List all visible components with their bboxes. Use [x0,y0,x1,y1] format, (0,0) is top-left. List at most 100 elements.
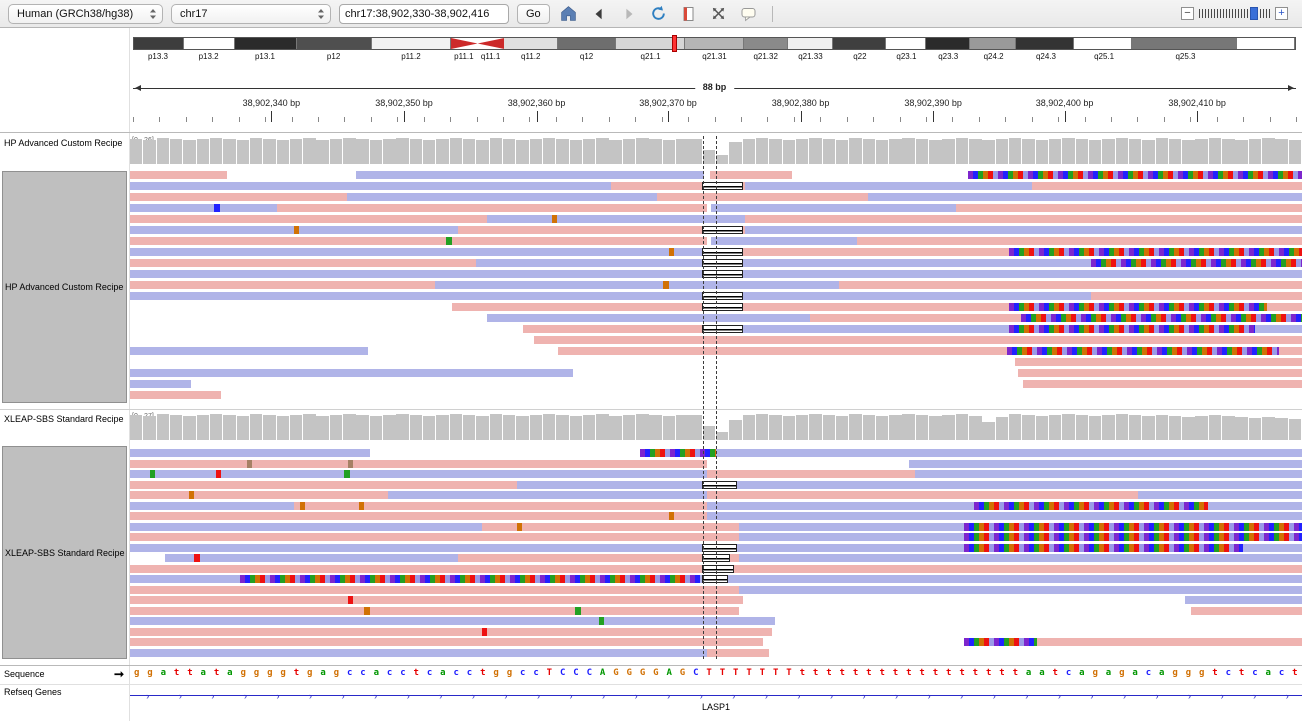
read-segment[interactable] [130,215,487,223]
read-segment[interactable] [130,193,347,201]
ideogram-band[interactable] [504,38,557,49]
read-segment[interactable] [130,281,435,289]
read-segment[interactable] [130,512,707,520]
read-segment[interactable] [130,347,368,355]
track-coverage-label[interactable]: HP Advanced Custom Recipe [4,138,122,148]
read-segment[interactable] [1185,596,1302,604]
ideogram-band[interactable] [1132,38,1236,49]
read-segment[interactable] [487,314,809,322]
read-segment[interactable] [739,554,1302,562]
genome-select[interactable]: Human (GRCh38/hg38) [8,4,163,24]
read-segment[interactable] [356,171,704,179]
read-segment[interactable] [130,182,611,190]
read-segment[interactable] [130,369,573,377]
ideogram-band[interactable] [235,38,297,49]
zoom-slider[interactable] [1199,7,1270,20]
ideogram-band[interactable] [788,38,833,49]
read-segment[interactable] [130,617,775,625]
read-segment[interactable] [640,449,1302,457]
read-segment[interactable] [130,460,707,468]
read-segment[interactable] [657,193,868,201]
read-segment[interactable] [130,638,763,646]
read-segment[interactable] [347,193,658,201]
ideogram-band[interactable] [1016,38,1074,49]
read-segment[interactable] [130,491,388,499]
read-segment[interactable] [739,586,1302,594]
read-segment[interactable] [130,248,702,256]
sequence-track-label[interactable]: Sequence ➞ [4,669,124,679]
refseq-track-label[interactable]: Refseq Genes [4,687,62,697]
read-segment[interactable] [711,237,856,245]
read-segment[interactable] [1032,182,1302,190]
read-segment[interactable] [130,391,221,399]
read-segment[interactable] [277,204,707,212]
fit-to-window-button[interactable] [708,3,730,25]
back-button[interactable] [588,3,610,25]
ideogram-band[interactable] [372,38,451,49]
ideogram-band[interactable] [558,38,616,49]
read-segment[interactable] [294,502,707,510]
read-segment[interactable] [130,259,476,267]
ideogram-band[interactable] [1237,38,1295,49]
ideogram-band[interactable] [685,38,743,49]
read-segment[interactable] [130,449,370,457]
forward-button[interactable] [618,3,640,25]
ideogram-band[interactable] [744,38,788,49]
read-segment[interactable] [130,481,517,489]
read-segment[interactable] [745,182,1032,190]
read-segment[interactable] [130,171,227,179]
read-segment[interactable] [458,554,739,562]
read-segment[interactable] [130,649,707,657]
read-segment[interactable] [1018,369,1302,377]
ideogram-band[interactable] [478,38,505,49]
read-segment[interactable] [517,481,1302,489]
ideogram-band[interactable] [184,38,235,49]
read-segment[interactable] [915,470,1302,478]
read-segment[interactable] [130,237,707,245]
read-segment[interactable] [707,512,1302,520]
read-segment[interactable] [1091,292,1302,300]
read-segment[interactable] [435,281,839,289]
read-segment[interactable] [1191,607,1302,615]
panel-divider[interactable] [0,409,1302,410]
ideogram-band[interactable] [1074,38,1132,49]
popup-text-button[interactable] [738,3,760,25]
read-segment[interactable] [868,193,1302,201]
read-segment[interactable] [1138,491,1302,499]
read-segment[interactable] [909,460,1302,468]
chromosome-select[interactable]: chr17 [171,4,331,24]
read-segment[interactable] [388,491,707,499]
ideogram-band[interactable] [134,38,184,49]
ideogram-band[interactable] [297,38,372,49]
home-button[interactable] [558,3,580,25]
read-segment[interactable] [745,215,1302,223]
read-segment[interactable] [711,204,956,212]
track-coverage-label[interactable]: XLEAP-SBS Standard Recipe [4,414,124,424]
read-segment[interactable] [130,628,772,636]
gene-body[interactable]: ›››››››››››››››››››››››››››››››››››› [130,690,1302,702]
read-segment[interactable] [130,596,743,604]
ideogram-bar[interactable] [133,37,1296,50]
read-segment[interactable] [534,336,1302,344]
zoom-in-button[interactable]: + [1275,7,1288,20]
read-segment[interactable] [130,380,191,388]
read-segment[interactable] [130,502,294,510]
read-segment[interactable] [839,281,1302,289]
locus-input[interactable] [339,4,509,24]
panel-divider[interactable] [0,132,1302,133]
read-segment[interactable] [857,237,1302,245]
read-segment[interactable] [523,325,702,333]
read-segment[interactable] [707,491,1138,499]
read-segment[interactable] [956,204,1302,212]
read-segment[interactable] [130,292,1091,300]
ideogram-band[interactable] [886,38,925,49]
ideogram-band[interactable] [970,38,1016,49]
refresh-button[interactable] [648,3,670,25]
read-segment[interactable] [745,226,1302,234]
read-segment[interactable] [130,204,277,212]
ideogram-band[interactable] [926,38,970,49]
read-segment[interactable] [130,523,482,531]
go-button[interactable]: Go [517,4,550,24]
region-tool-button[interactable] [678,3,700,25]
read-segment[interactable] [130,607,739,615]
